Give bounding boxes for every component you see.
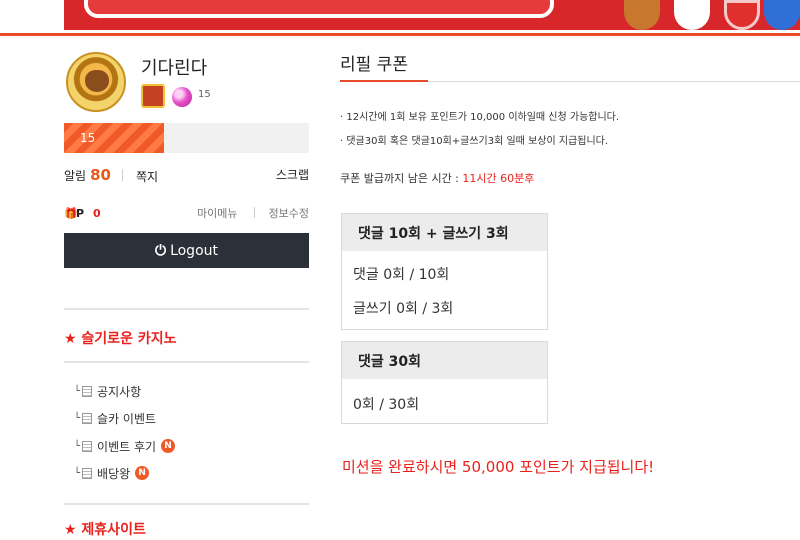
banner-red-mascot <box>724 0 760 30</box>
banner-penguin-mascot <box>674 0 710 30</box>
coupon-timer: 쿠폰 발급까지 남은 시간 : 11시간 60분후 <box>340 170 534 186</box>
timer-label: 쿠폰 발급까지 남은 시간 : <box>340 172 459 185</box>
nickname: 기다린다 <box>141 58 208 79</box>
title-underline <box>340 80 428 82</box>
sidebar-item-label: 슬카 이벤트 <box>97 411 157 426</box>
alarm-count: 80 <box>90 166 111 184</box>
document-icon <box>82 385 93 397</box>
point-row: 🎁 P 0 마이메뉴 정보수정 <box>64 205 309 223</box>
banner-tiger-mascot <box>624 0 660 30</box>
sidebar-item-event-review[interactable]: └ 이벤트 후기 N <box>74 437 176 455</box>
completion-message: 미션을 완료하시면 50,000 포인트가 지급됩니다! <box>342 458 655 476</box>
point-label: P <box>76 207 85 220</box>
new-badge-icon: N <box>161 439 176 453</box>
sidebar-item-notice[interactable]: └ 공지사항 <box>74 382 141 400</box>
avatar[interactable] <box>66 52 126 112</box>
mission-box-comment-30: 댓글 30회 0회 / 30회 <box>341 341 548 424</box>
orb-badge-icon <box>172 87 192 107</box>
user-links-row: 알림 80 쪽지 스크랩 <box>64 166 309 186</box>
point-value: 0 <box>93 207 101 220</box>
banner-logo-art <box>84 0 554 18</box>
alarm-link[interactable]: 알림 80 <box>64 166 111 184</box>
divider <box>64 308 309 310</box>
sidebar-item-event[interactable]: └ 슬카 이벤트 <box>74 409 156 427</box>
rule-text: · 12시간에 1회 보유 포인트가 10,000 이하일때 신청 가능합니다. <box>340 112 620 123</box>
logout-button[interactable]: ⏻ Logout <box>64 233 309 268</box>
divider <box>122 169 123 181</box>
alarm-label: 알림 <box>64 169 87 183</box>
mission-box-title: 댓글 30회 <box>342 342 547 379</box>
mission-box-comment-write: 댓글 10회 + 글쓰기 3회 댓글 0회 / 10회 글쓰기 0회 / 3회 <box>341 213 548 330</box>
memo-link[interactable]: 쪽지 <box>136 168 158 185</box>
page-title: 리필 쿠폰 <box>340 55 408 75</box>
sidebar-item-label: 이벤트 후기 <box>97 439 157 454</box>
mymenu-link[interactable]: 마이메뉴 <box>197 205 237 221</box>
power-icon: ⏻ <box>154 242 167 259</box>
tree-branch-icon: └ <box>74 412 81 424</box>
sidebar-item-dividend-king[interactable]: └ 배당왕 N <box>74 464 150 482</box>
timer-value: 11시간 60분후 <box>462 172 535 185</box>
level-badge-icon <box>141 84 165 108</box>
level-progress-bar: 15 <box>64 123 309 153</box>
mission-box-title: 댓글 10회 + 글쓰기 3회 <box>342 214 547 251</box>
scrap-link[interactable]: 스크랩 <box>276 166 309 183</box>
tree-branch-icon: └ <box>74 467 81 479</box>
document-icon <box>82 412 93 424</box>
divider <box>64 361 309 363</box>
section-title-partners[interactable]: ★ 제휴사이트 <box>64 519 146 539</box>
comment-progress: 댓글 0회 / 10회 <box>353 267 450 283</box>
level-small-text: 15 <box>198 89 211 100</box>
sidebar-item-label: 공지사항 <box>97 384 142 399</box>
banner-blue-mascot <box>764 0 800 30</box>
tree-branch-icon: └ <box>74 385 81 397</box>
new-badge-icon: N <box>135 466 150 480</box>
level-progress-label: 15 <box>80 131 96 145</box>
title-divider <box>428 81 800 82</box>
sidebar-item-label: 배당왕 <box>97 466 131 481</box>
top-banner[interactable] <box>64 0 800 30</box>
logout-label: Logout <box>170 242 218 259</box>
comment-progress: 0회 / 30회 <box>353 397 420 413</box>
avatar-tiger-face <box>85 70 109 92</box>
rule-text: · 댓글30회 혹은 댓글10회+글쓰기3회 일때 보상이 지급됩니다. <box>340 136 609 147</box>
write-progress: 글쓰기 0회 / 3회 <box>353 301 454 317</box>
section-title-casino[interactable]: ★ 슬기로운 카지노 <box>64 328 176 348</box>
divider <box>254 207 255 218</box>
document-icon <box>82 440 93 452</box>
tree-branch-icon: └ <box>74 440 81 452</box>
edit-info-link[interactable]: 정보수정 <box>269 205 309 221</box>
header-divider <box>0 33 800 36</box>
document-icon <box>82 467 93 479</box>
divider <box>64 503 309 505</box>
